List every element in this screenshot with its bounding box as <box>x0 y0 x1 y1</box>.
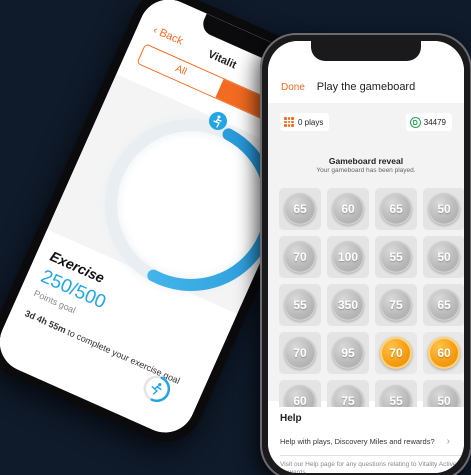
silver-coin: 350 <box>332 289 364 321</box>
front-phone: Done Play the gameboard 0 plays D 34479 … <box>260 33 471 475</box>
gameboard-tile: 55 <box>279 284 321 326</box>
miles-badge: D 34479 <box>405 113 452 131</box>
silver-coin: 55 <box>380 241 412 273</box>
plays-badge: 0 plays <box>280 113 330 131</box>
gameboard-subtitle: Your gameboard has been played. <box>316 167 416 174</box>
runner-icon <box>151 383 162 395</box>
back-button[interactable]: ‹ Back <box>151 24 184 48</box>
help-section: Help Help with plays, Discovery Miles an… <box>268 407 464 473</box>
scene: ‹ Back Vitalit All Exercise 250/500 Poin… <box>0 0 471 475</box>
discovery-miles-icon: D <box>409 116 421 128</box>
silver-coin: 50 <box>428 193 460 225</box>
silver-coin: 70 <box>284 241 316 273</box>
gameboard-tiles: 65 60 65 50 70 100 55 50 55 350 75 65 70 95 70 60 60 75 55… <box>279 188 464 422</box>
silver-coin: 70 <box>284 337 316 369</box>
gameboard-tile: 50 <box>423 236 464 278</box>
divider <box>280 455 464 456</box>
silver-coin: 95 <box>332 337 364 369</box>
help-footer-text: Visit our Help page for any questions re… <box>280 461 457 473</box>
gameboard-tile: 70 <box>279 332 321 374</box>
chevron-right-icon: › <box>446 436 450 447</box>
silver-coin: 65 <box>284 193 316 225</box>
exercise-time-value: 3d 4h 55m <box>23 308 68 336</box>
back-button-label: Back <box>157 26 185 48</box>
gameboard: Gameboard reveal Your gameboard has been… <box>268 143 464 422</box>
silver-coin: 55 <box>284 289 316 321</box>
gameboard-tile: 65 <box>423 284 464 326</box>
gameboard-tile: 70 <box>279 236 321 278</box>
gameboard-tile: 50 <box>423 188 464 230</box>
page-title: Play the gameboard <box>316 81 416 93</box>
gameboard-tile: 95 <box>327 332 369 374</box>
gold-coin: 60 <box>428 337 460 369</box>
gameboard-tile: 65 <box>279 188 321 230</box>
gameboard-tile: 100 <box>327 236 369 278</box>
gameboard-tile: 350 <box>327 284 369 326</box>
gameboard-tile: 75 <box>375 284 417 326</box>
silver-coin: 100 <box>332 241 364 273</box>
help-link-label: Help with plays, Discovery Miles and rew… <box>280 437 435 446</box>
gameboard-grid-icon <box>284 117 294 127</box>
gameboard-tile: 70 <box>375 332 417 374</box>
silver-coin: 50 <box>428 241 460 273</box>
help-link-row[interactable]: Help with plays, Discovery Miles and rew… <box>280 433 456 451</box>
silver-coin: 65 <box>380 193 412 225</box>
ring-runner-icon <box>209 112 227 130</box>
gameboard-tile: 60 <box>423 332 464 374</box>
silver-coin: 75 <box>380 289 412 321</box>
gameboard-tile: 65 <box>375 188 417 230</box>
gameboard-tile: 60 <box>327 188 369 230</box>
front-phone-screen: Done Play the gameboard 0 plays D 34479 … <box>268 41 464 473</box>
silver-coin: 65 <box>428 289 460 321</box>
gameboard-title: Gameboard reveal <box>328 156 404 166</box>
status-row: 0 plays D 34479 <box>268 103 464 143</box>
gold-coin: 70 <box>380 337 412 369</box>
miles-count: 34479 <box>423 117 446 127</box>
front-phone-notch <box>311 41 421 61</box>
activity-progress-ring <box>104 118 277 291</box>
help-title: Help <box>280 413 302 424</box>
gameboard-tile: 55 <box>375 236 417 278</box>
plays-count: 0 plays <box>298 117 324 127</box>
back-phone-title: Vitalit <box>206 48 239 72</box>
silver-coin: 60 <box>332 193 364 225</box>
